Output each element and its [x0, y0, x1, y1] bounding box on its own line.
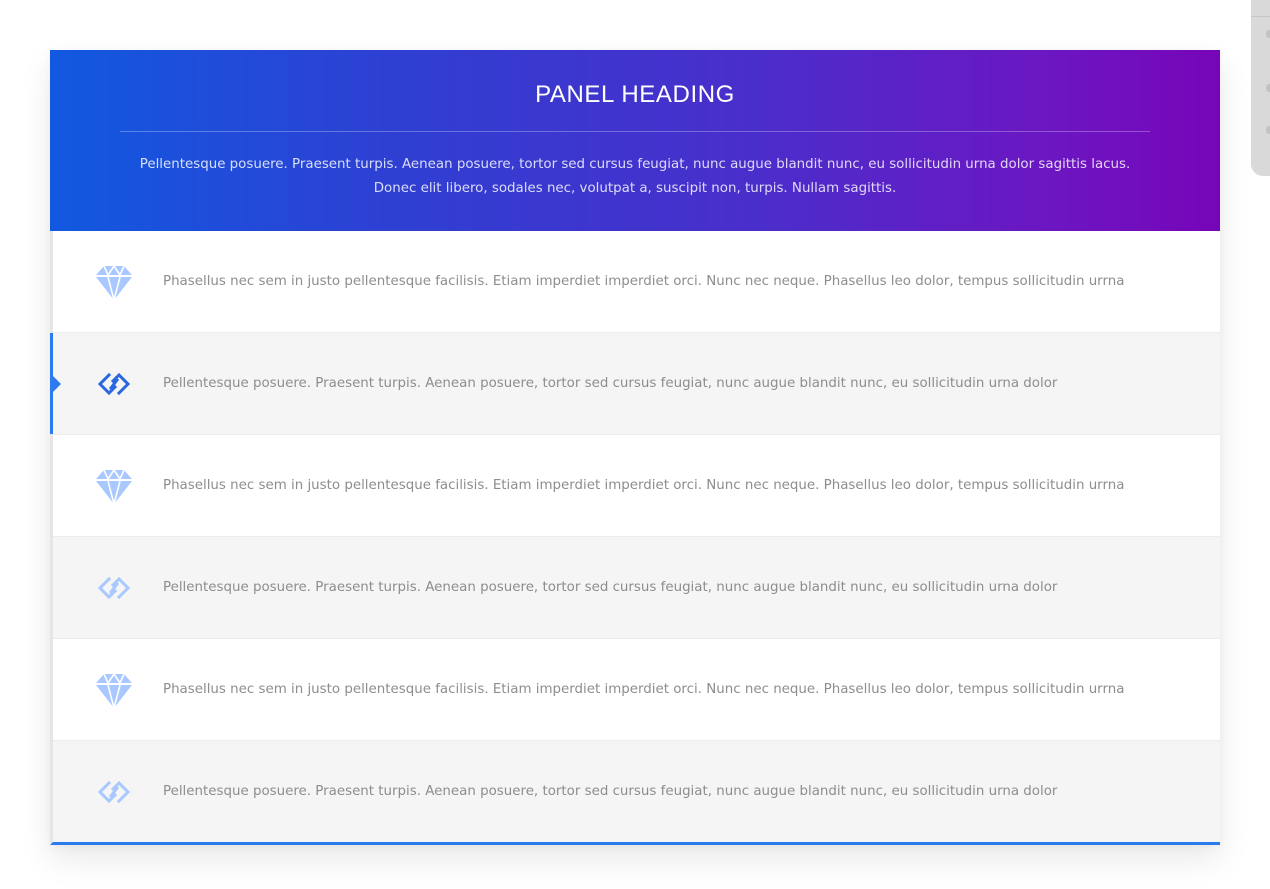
- feature-list: Phasellus nec sem in justo pellentesque …: [50, 231, 1220, 845]
- list-item-text: Pellentesque posuere. Praesent turpis. A…: [163, 579, 1058, 595]
- link-icon: [93, 772, 135, 812]
- list-item-text: Pellentesque posuere. Praesent turpis. A…: [163, 375, 1058, 391]
- link-icon: [93, 364, 135, 404]
- panel-header: PANEL HEADING Pellentesque posuere. Prae…: [50, 50, 1220, 231]
- list-item[interactable]: Pellentesque posuere. Praesent turpis. A…: [53, 741, 1220, 842]
- diamond-icon: [93, 466, 135, 506]
- page: PANEL HEADING Pellentesque posuere. Prae…: [0, 0, 1270, 889]
- diamond-icon: [93, 262, 135, 302]
- link-icon: [93, 568, 135, 608]
- panel-title: PANEL HEADING: [535, 81, 735, 108]
- list-item[interactable]: Phasellus nec sem in justo pellentesque …: [53, 435, 1220, 537]
- list-item[interactable]: Pellentesque posuere. Praesent turpis. A…: [53, 537, 1220, 639]
- side-panel-tab[interactable]: [1251, 0, 1270, 176]
- list-item-text: Phasellus nec sem in justo pellentesque …: [163, 681, 1125, 697]
- panel-divider: [120, 131, 1150, 132]
- side-panel-dot: [1266, 126, 1270, 134]
- diamond-icon: [93, 670, 135, 710]
- list-item[interactable]: Phasellus nec sem in justo pellentesque …: [53, 231, 1220, 333]
- list-item-text: Phasellus nec sem in justo pellentesque …: [163, 273, 1125, 289]
- panel: PANEL HEADING Pellentesque posuere. Prae…: [50, 50, 1220, 845]
- list-item-text: Phasellus nec sem in justo pellentesque …: [163, 477, 1125, 493]
- side-panel-divider: [1251, 16, 1270, 17]
- panel-intro-text: Pellentesque posuere. Praesent turpis. A…: [139, 157, 1131, 196]
- side-panel-dot: [1266, 84, 1270, 92]
- list-item-text: Pellentesque posuere. Praesent turpis. A…: [163, 783, 1058, 799]
- list-item-active[interactable]: Pellentesque posuere. Praesent turpis. A…: [50, 333, 1220, 435]
- side-panel-dot: [1266, 30, 1270, 38]
- list-item[interactable]: Phasellus nec sem in justo pellentesque …: [53, 639, 1220, 741]
